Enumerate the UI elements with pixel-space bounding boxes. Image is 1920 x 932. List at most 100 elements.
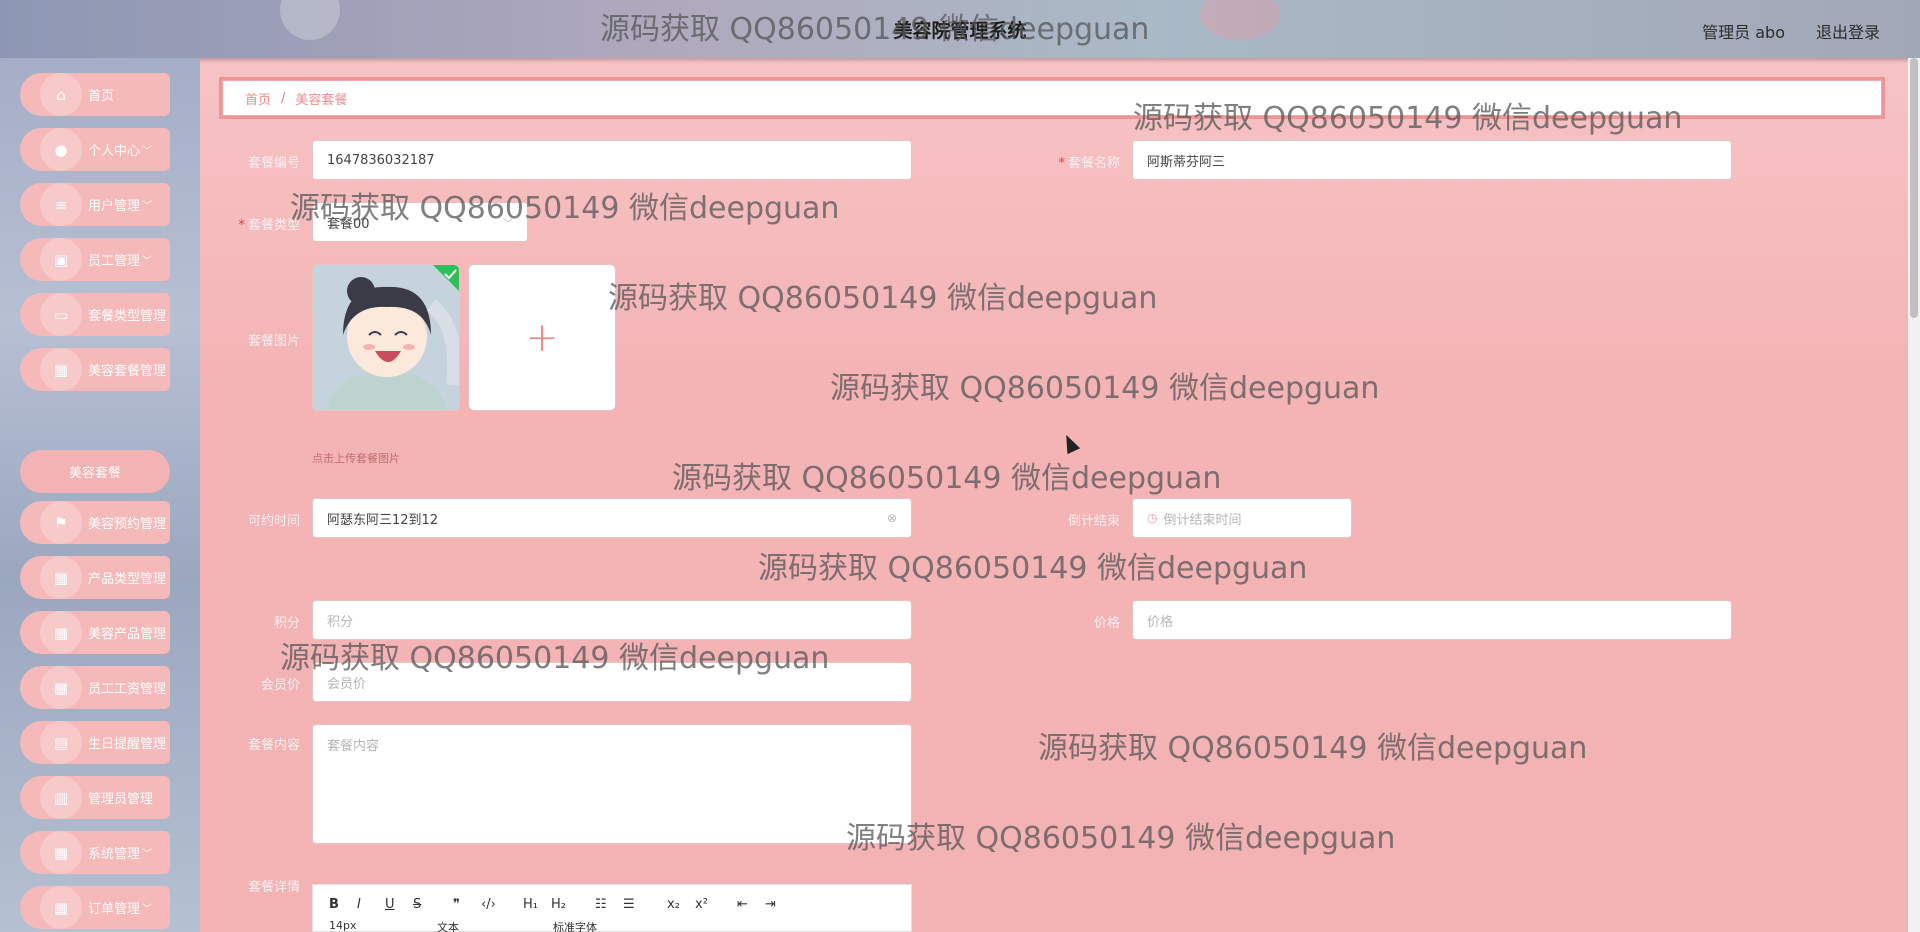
points-label: 积分 <box>273 616 300 631</box>
italic-button[interactable]: I <box>357 897 361 912</box>
heading2-button[interactable]: H₂ <box>551 897 566 912</box>
sidebar-item-label: 员工管理 <box>88 254 141 269</box>
sidebar-item-users[interactable]: ≡ 用户管理 ﹀ <box>20 183 170 226</box>
grid-icon: ▦ <box>40 611 82 654</box>
sidebar-item-label: 套餐类型管理 <box>88 309 167 324</box>
package-image-label: 套餐图片 <box>247 334 300 349</box>
underline-button[interactable]: U <box>385 897 395 912</box>
sidebar-item-salaries[interactable]: ▦ 员工工资管理 <box>20 666 170 709</box>
grid-icon: ▦ <box>40 556 82 599</box>
sidebar-item-label: 生日提醒管理 <box>88 737 167 752</box>
bold-button[interactable]: B <box>329 897 339 912</box>
grid-icon: ▦ <box>40 886 82 929</box>
clear-icon[interactable]: ⊗ <box>887 511 897 525</box>
sidebar: ⌂ 首页 ● 个人中心 ﹀ ≡ 用户管理 ﹀ ▣ 员工管理 ﹀ ▭ 套餐类型管理… <box>0 58 200 932</box>
rich-text-toolbar: B I U S ❞ ‹/› H₁ H₂ ☷ ☰ x₂ x² ⇤ ⇥ 14px 文… <box>312 884 912 932</box>
sidebar-item-label: 个人中心 <box>88 144 141 159</box>
chevron-down-icon: ﹀ <box>142 201 153 212</box>
sidebar-item-orders[interactable]: ▦ 订单管理 ﹀ <box>20 886 170 929</box>
superscript-button[interactable]: x² <box>695 897 708 912</box>
watermark: 源码获取 QQ86050149 微信deepguan <box>830 371 1380 406</box>
sidebar-item-admins[interactable]: ▥ 管理员管理 <box>20 776 170 819</box>
font-family-select[interactable]: 标准字体 <box>553 919 597 932</box>
package-code-field[interactable]: 1647836032187 <box>312 140 912 180</box>
sidebar-item-product-types[interactable]: ▦ 产品类型管理 <box>20 556 170 599</box>
available-time-field[interactable]: 阿瑟东阿三12到12 ⊗ <box>312 498 912 538</box>
package-type-label: * 套餐类型 <box>220 214 300 233</box>
chevron-down-icon: ﹀ <box>142 146 153 157</box>
sidebar-item-label: 员工工资管理 <box>88 682 167 697</box>
font-size-select[interactable]: 14px <box>329 919 357 932</box>
strike-button[interactable]: S <box>413 897 421 912</box>
breadcrumb-separator: / <box>281 90 286 106</box>
sidebar-item-label: 用户管理 <box>88 199 141 214</box>
subscript-button[interactable]: x₂ <box>667 897 680 912</box>
flag-icon: ⚑ <box>40 501 82 544</box>
sidebar-item-staff[interactable]: ▣ 员工管理 ﹀ <box>20 238 170 281</box>
user-icon: ● <box>40 128 82 171</box>
sidebar-item-home[interactable]: ⌂ 首页 <box>20 73 170 116</box>
chevron-down-icon: ﹀ <box>142 256 153 267</box>
logout-button[interactable]: 退出登录 <box>1816 19 1880 43</box>
sidebar-item-label: 产品类型管理 <box>88 572 167 587</box>
package-content-textarea[interactable]: 套餐内容 <box>312 724 912 844</box>
package-name-label-text: 套餐名称 <box>1067 156 1120 171</box>
mouse-cursor <box>1059 431 1081 455</box>
main-scrollbar[interactable] <box>1908 58 1920 932</box>
current-user: 管理员 abo <box>1702 23 1785 42</box>
countdown-field[interactable]: ◷ 倒计结束时间 <box>1132 498 1352 538</box>
sidebar-item-birthdays[interactable]: ▤ 生日提醒管理 <box>20 721 170 764</box>
submenu-item-packages[interactable]: 美容套餐 <box>20 450 170 493</box>
price-label: 价格 <box>1093 616 1120 631</box>
blockquote-button[interactable]: ❞ <box>453 897 460 912</box>
scrollbar-thumb[interactable] <box>1910 58 1918 318</box>
package-code-label: 套餐编号 <box>247 156 300 171</box>
required-mark: * <box>1058 156 1065 171</box>
sidebar-item-products[interactable]: ▦ 美容产品管理 <box>20 611 170 654</box>
breadcrumb-current: 美容套餐 <box>295 92 348 108</box>
grid-icon: ▦ <box>40 348 82 391</box>
sidebar-item-system[interactable]: ▦ 系统管理 ﹀ <box>20 831 170 874</box>
sidebar-item-label: 首页 <box>88 89 115 104</box>
sidebar-item-packages[interactable]: ▦ 美容套餐管理 <box>20 348 170 391</box>
sidebar-item-label: 美容预约管理 <box>88 517 167 532</box>
sidebar-item-package-types[interactable]: ▭ 套餐类型管理 <box>20 293 170 336</box>
sidebar-item-appointments[interactable]: ⚑ 美容预约管理 <box>20 501 170 544</box>
watermark: 源码获取 QQ86050149 微信deepguan <box>1038 731 1588 766</box>
anime-girl-illustration <box>313 265 459 410</box>
sidebar-item-label: 管理员管理 <box>88 792 154 807</box>
watermark: 源码获取 QQ86050149 微信deepguan <box>758 551 1308 586</box>
upload-hint: 点击上传套餐图片 <box>312 452 400 465</box>
watermark: 源码获取 QQ86050149 微信deepguan <box>280 641 830 676</box>
available-time-label: 可约时间 <box>247 514 300 529</box>
countdown-placeholder: 倒计结束时间 <box>1163 512 1242 528</box>
grid-icon: ▦ <box>40 831 82 874</box>
indent-button[interactable]: ⇥ <box>765 897 776 912</box>
price-field[interactable]: 价格 <box>1132 600 1732 640</box>
watermark: 源码获取 QQ86050149 微信deepguan <box>846 821 1396 856</box>
outdent-button[interactable]: ⇤ <box>737 897 748 912</box>
text-format-select[interactable]: 文本 <box>437 919 459 932</box>
sidebar-item-profile[interactable]: ● 个人中心 ﹀ <box>20 128 170 171</box>
package-name-field[interactable]: 阿斯蒂芬阿三 <box>1132 140 1732 180</box>
available-time-value: 阿瑟东阿三12到12 <box>327 512 439 528</box>
bullet-list-button[interactable]: ☰ <box>623 897 635 912</box>
chevron-down-icon: ﹀ <box>142 849 153 860</box>
watermark: 源码获取 QQ86050149 微信deepguan <box>608 281 1158 316</box>
grid-icon: ▦ <box>40 666 82 709</box>
heading1-button[interactable]: H₁ <box>523 897 538 912</box>
required-mark: * <box>238 218 245 233</box>
upload-image-button[interactable]: + <box>468 264 616 411</box>
code-block-button[interactable]: ‹/› <box>481 897 496 912</box>
breadcrumb-home[interactable]: 首页 <box>245 89 271 108</box>
monitor-icon: ▭ <box>40 293 82 336</box>
package-image-thumbnail[interactable] <box>312 264 460 411</box>
ordered-list-button[interactable]: ☷ <box>595 897 607 912</box>
card-icon: ▣ <box>40 238 82 281</box>
package-content-label: 套餐内容 <box>247 738 300 753</box>
watermark: 源码获取 QQ86050149 微信deepguan <box>290 191 840 226</box>
sidebar-item-label: 订单管理 <box>88 902 141 917</box>
watermark: 源码获取 QQ86050149 微信deepguan <box>1133 101 1683 136</box>
package-name-label: * 套餐名称 <box>1040 152 1120 171</box>
menu-icon: ≡ <box>40 183 82 226</box>
